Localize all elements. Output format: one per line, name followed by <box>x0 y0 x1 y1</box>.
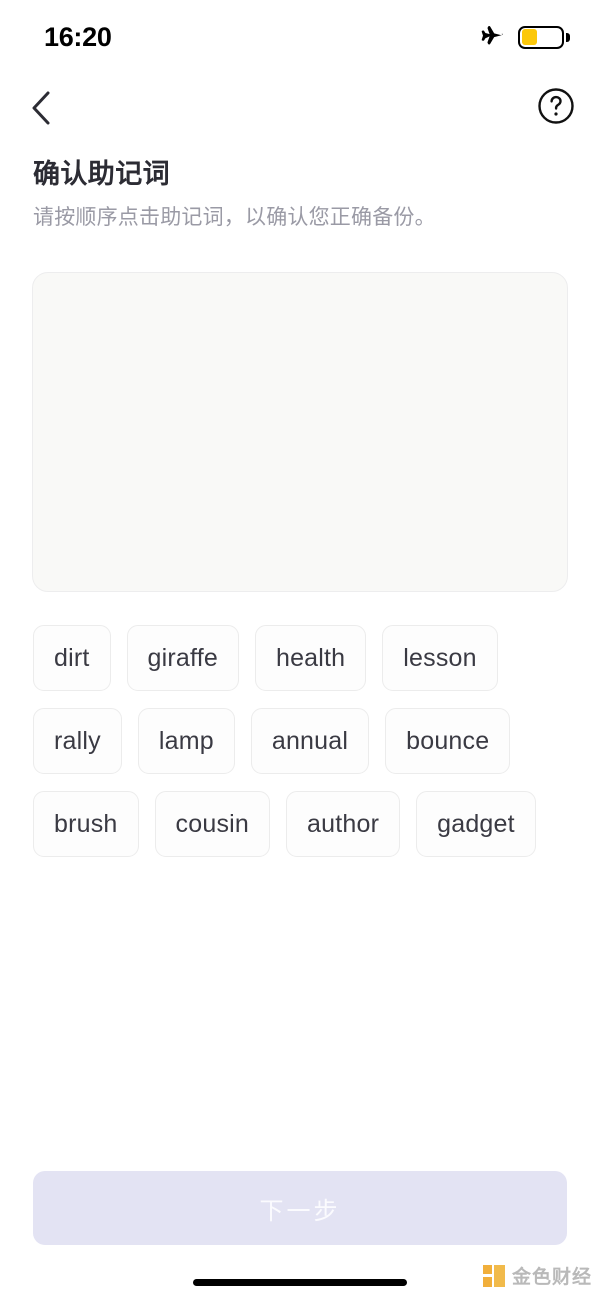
word-chip[interactable]: dirt <box>33 625 111 691</box>
status-bar-indicators <box>478 24 570 51</box>
word-chip[interactable]: brush <box>33 791 139 857</box>
watermark-text: 金色财经 <box>511 1267 592 1288</box>
status-bar: 16:20 <box>0 0 600 70</box>
battery-low-power-icon <box>518 25 570 49</box>
word-chip[interactable]: rally <box>33 708 122 774</box>
word-chip[interactable]: health <box>254 625 367 691</box>
home-indicator <box>193 1279 407 1286</box>
word-chip[interactable]: gadget <box>416 791 536 857</box>
back-button[interactable] <box>14 80 70 136</box>
word-chip[interactable]: cousin <box>154 791 271 857</box>
selected-words-area[interactable] <box>32 272 568 592</box>
help-button[interactable] <box>528 78 584 134</box>
next-step-button[interactable]: 下一步 <box>33 1171 567 1245</box>
status-bar-time: 16:20 <box>44 21 112 52</box>
heading-block: 确认助记词 请按顺序点击助记词，以确认您正确备份。 <box>33 158 569 231</box>
word-chip[interactable]: bounce <box>385 708 511 774</box>
page-subtitle: 请按顺序点击助记词，以确认您正确备份。 <box>33 205 436 229</box>
word-chip[interactable]: annual <box>250 708 370 774</box>
airplane-mode-icon <box>481 25 503 45</box>
word-chip[interactable]: lamp <box>137 708 235 774</box>
word-chip[interactable]: giraffe <box>126 625 239 691</box>
question-mark-circle-icon <box>538 88 574 124</box>
watermark: 金色财经 <box>482 1262 592 1289</box>
watermark-logo-icon <box>482 1264 505 1287</box>
word-chip[interactable]: author <box>286 791 401 857</box>
phone-screen: 16:20 确认助记词 请按顺序点击助记词，以确认您正确备份。 dirt gir… <box>0 0 600 1299</box>
word-chip[interactable]: lesson <box>382 625 498 691</box>
nav-bar <box>0 78 600 138</box>
word-pool: dirt giraffe health lesson rally lamp annual bo… <box>33 625 573 857</box>
chevron-left-icon <box>32 91 50 125</box>
page-title: 确认助记词 <box>33 159 170 189</box>
